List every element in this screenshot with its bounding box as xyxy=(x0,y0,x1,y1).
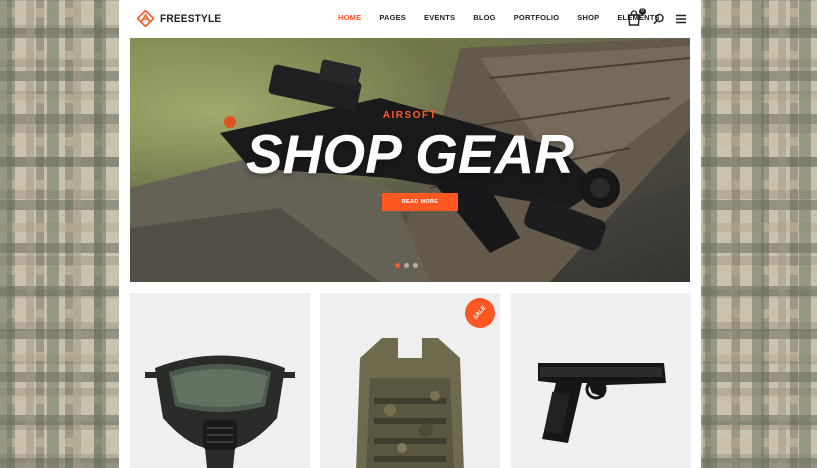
hero-title: SHOP GEAR xyxy=(245,123,574,185)
logo-icon xyxy=(137,10,154,27)
slider-dots xyxy=(395,263,422,268)
product-grid: SALE xyxy=(130,293,691,468)
pistol-icon xyxy=(538,363,666,443)
mask-icon xyxy=(145,355,295,468)
cart-button[interactable]: 0 xyxy=(627,8,646,26)
logo[interactable]: FREESTYLE xyxy=(137,10,227,27)
header-icons: 0 xyxy=(627,8,687,26)
search-icon[interactable] xyxy=(653,13,665,25)
slider-dot-1[interactable] xyxy=(395,263,400,268)
page: FREESTYLE HOME PAGES EVENTS BLOG PORTFOL… xyxy=(119,0,701,468)
slider-dot-2[interactable] xyxy=(404,263,409,268)
nav-item-pages[interactable]: PAGES xyxy=(379,13,406,22)
nav-item-events[interactable]: EVENTS xyxy=(424,13,455,22)
nav-item-home[interactable]: HOME xyxy=(338,13,361,22)
tactical-vest-icon xyxy=(356,338,464,468)
product-card-vest[interactable]: SALE xyxy=(320,293,500,468)
hero-kicker: AIRSOFT xyxy=(382,110,438,121)
cart-count: 0 xyxy=(639,8,646,15)
read-more-button[interactable]: READ MORE xyxy=(382,193,458,211)
product-card-mask[interactable] xyxy=(130,293,310,468)
menu-icon[interactable] xyxy=(675,14,687,24)
hero-slider: AIRSOFT SHOP GEAR READ MORE xyxy=(130,38,690,282)
sale-badge: SALE xyxy=(458,293,500,335)
main-nav: HOME PAGES EVENTS BLOG PORTFOLIO SHOP EL… xyxy=(338,13,660,22)
nav-item-shop[interactable]: SHOP xyxy=(577,13,599,22)
brand-name: FREESTYLE xyxy=(160,12,222,25)
site-header: FREESTYLE HOME PAGES EVENTS BLOG PORTFOL… xyxy=(119,0,701,38)
product-card-pistol[interactable] xyxy=(511,293,691,468)
nav-item-portfolio[interactable]: PORTFOLIO xyxy=(514,13,560,22)
nav-item-blog[interactable]: BLOG xyxy=(473,13,495,22)
slider-dot-3[interactable] xyxy=(413,263,418,268)
